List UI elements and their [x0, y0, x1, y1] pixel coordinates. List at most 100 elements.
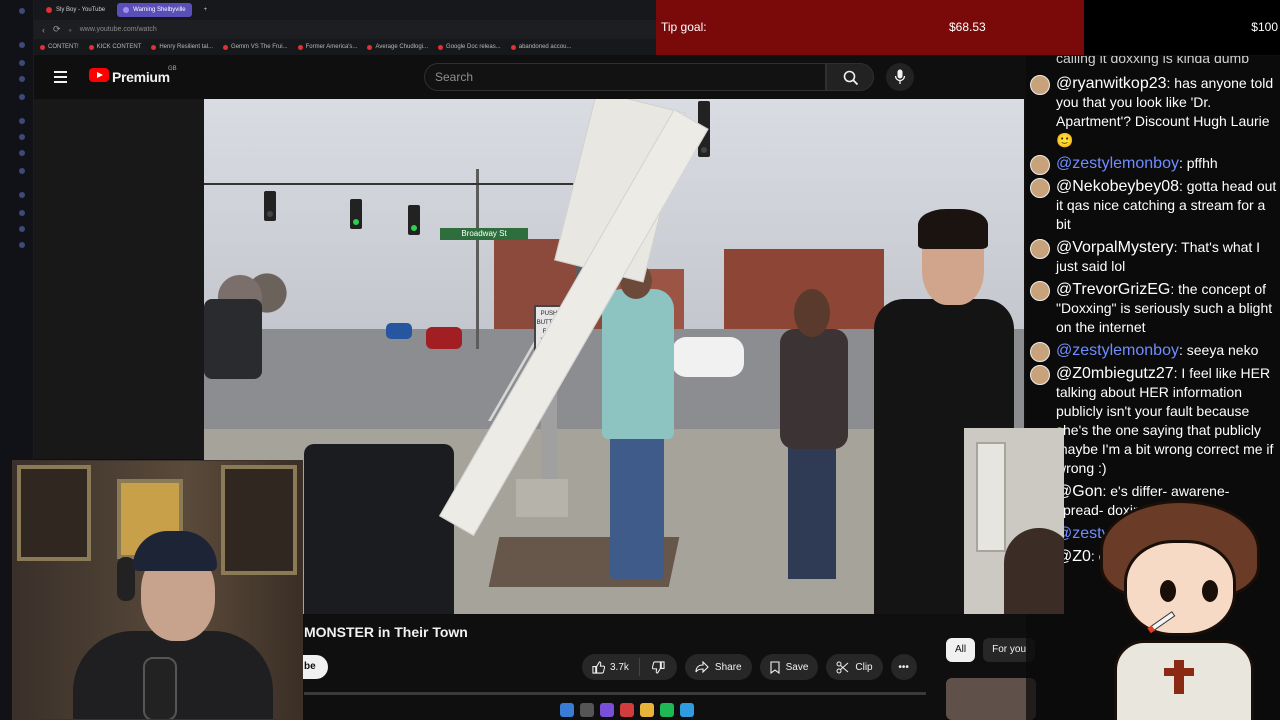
street-sign: Broadway St — [440, 228, 528, 240]
microphone — [143, 657, 177, 719]
youtube-favicon-icon — [46, 7, 52, 13]
chat-separator: : — [1178, 155, 1187, 171]
chat-separator: : — [1178, 178, 1187, 194]
app-icon[interactable] — [19, 226, 25, 232]
hamburger-menu-icon[interactable] — [54, 71, 67, 83]
bookmark[interactable]: CONTENT! — [40, 44, 79, 50]
chat-username[interactable]: @zestylemonboy — [1056, 342, 1179, 359]
folder-icon[interactable] — [640, 703, 654, 717]
share-label: Share — [714, 661, 742, 673]
tip-goal-banner: Tip goal: $68.53 $100 — [656, 0, 1280, 56]
app-icon[interactable] — [19, 8, 25, 14]
related-video-thumbnail[interactable] — [946, 678, 1036, 720]
region-code: GB — [168, 66, 177, 72]
app-icon[interactable] — [19, 76, 25, 82]
chat-avatar-icon — [1030, 239, 1050, 259]
app-icon[interactable] — [19, 168, 25, 174]
bookmark-icon — [223, 44, 229, 50]
lamp-pole — [476, 169, 479, 349]
start-icon[interactable] — [560, 703, 574, 717]
bookmark[interactable]: abandoned accou... — [510, 44, 571, 50]
app-icon[interactable] — [19, 60, 25, 66]
chat-message: @VorpalMystery: That's what I just said … — [1026, 238, 1280, 276]
share-button[interactable]: Share — [684, 654, 752, 680]
chat-username[interactable]: @VorpalMystery — [1056, 239, 1174, 256]
streamer-mascot-avatar — [1090, 500, 1280, 720]
bookmark[interactable]: Former America's... — [297, 44, 357, 50]
voice-search-button[interactable] — [886, 63, 914, 91]
bookmark[interactable]: Average Chudlogi... — [367, 44, 428, 50]
bookmark[interactable]: Henry Resilient tal... — [151, 44, 213, 50]
app-icon[interactable] — [19, 242, 25, 248]
bookmark[interactable]: KICK CONTENT — [88, 44, 141, 50]
app-icon[interactable] — [600, 703, 614, 717]
chat-message: @Z0mbiegutz27: I feel like HER talking a… — [1026, 364, 1280, 478]
app-icon[interactable] — [19, 42, 25, 48]
search-icon[interactable] — [580, 703, 594, 717]
like-count: 3.7k — [610, 661, 629, 673]
chat-username[interactable]: @zestylemonboy — [1056, 155, 1179, 172]
tip-goal-label: Tip goal: — [661, 20, 707, 34]
chat-username[interactable]: @ryanwitkop23 — [1056, 75, 1167, 92]
app-icon[interactable] — [19, 150, 25, 156]
app-icon[interactable] — [19, 94, 25, 100]
dislike-button[interactable] — [640, 660, 677, 674]
chat-message-list: @ryanwitkop23: has anyone told you that … — [1026, 74, 1280, 570]
chat-avatar-icon — [1030, 281, 1050, 301]
share-icon — [695, 661, 709, 673]
video-player[interactable]: Broadway St PUSH BUTTON FOR WALK — [204, 99, 1024, 614]
chat-username[interactable]: @TrevorGrizEG — [1056, 281, 1170, 298]
back-icon[interactable]: ‹ — [42, 25, 45, 35]
bookmarks-bar: CONTENT! KICK CONTENT Henry Resilient ta… — [34, 39, 656, 55]
search-input[interactable]: Search — [424, 63, 826, 91]
video-actions: 3.7k Share Save Clip ••• — [582, 654, 917, 680]
tip-goal-progress-fill — [656, 0, 1084, 56]
bookmark[interactable]: Google Doc releas... — [438, 44, 501, 50]
wall-poster — [17, 465, 91, 561]
tab-label: Sly Boy - YouTube — [56, 7, 106, 13]
chat-separator: : — [1170, 281, 1179, 297]
spotify-icon[interactable] — [660, 703, 674, 717]
speaker-icon — [123, 7, 130, 13]
bookmark-icon — [510, 44, 516, 50]
clip-button[interactable]: Clip — [826, 654, 883, 680]
chat-avatar-icon — [1030, 75, 1050, 95]
app-icon[interactable] — [19, 118, 25, 124]
microphone-icon — [894, 69, 906, 84]
app-icon[interactable] — [680, 703, 694, 717]
new-tab-button[interactable]: + — [198, 3, 214, 17]
bookmark[interactable]: Gemm VS The Frui... — [223, 44, 288, 50]
video-car — [426, 327, 462, 349]
chip-all[interactable]: All — [946, 638, 976, 662]
browser-tab-active[interactable]: Warning Shelbyville — [117, 3, 192, 17]
url-text[interactable]: www.youtube.com/watch — [80, 26, 157, 33]
save-button[interactable]: Save — [759, 654, 819, 680]
chat-text: pffhh — [1186, 155, 1218, 171]
app-icon[interactable] — [19, 210, 25, 216]
bookmark-icon — [88, 44, 94, 50]
wall-poster — [221, 465, 297, 575]
video-person — [774, 289, 854, 589]
search-icon — [843, 70, 859, 86]
chat-username[interactable]: @Z0mbiegutz27 — [1056, 365, 1174, 382]
bookmark-icon — [438, 44, 444, 50]
app-icon[interactable] — [620, 703, 634, 717]
chat-message: @Nekobeybey08: gotta head out it qas nic… — [1026, 177, 1280, 234]
video-car — [386, 323, 412, 339]
address-bar[interactable]: ‹ ⟳ ◦ www.youtube.com/watch — [34, 20, 656, 39]
youtube-brand[interactable]: Premium — [112, 69, 170, 85]
video-trash-can — [304, 444, 454, 614]
bookmark-icon — [297, 44, 303, 50]
video-car — [204, 299, 262, 379]
reload-icon[interactable]: ⟳ — [53, 24, 61, 35]
app-icon[interactable] — [19, 192, 25, 198]
chat-username[interactable]: @Nekobeybey08 — [1056, 178, 1179, 195]
tip-goal-current: $68.53 — [949, 20, 986, 34]
more-actions-button[interactable]: ••• — [890, 654, 917, 680]
search-button[interactable] — [826, 63, 874, 91]
like-button[interactable]: 3.7k — [592, 658, 640, 676]
traffic-light — [408, 205, 420, 235]
browser-tab[interactable]: Sly Boy - YouTube — [40, 3, 111, 17]
app-icon[interactable] — [19, 134, 25, 140]
youtube-logo-icon[interactable] — [89, 68, 109, 82]
